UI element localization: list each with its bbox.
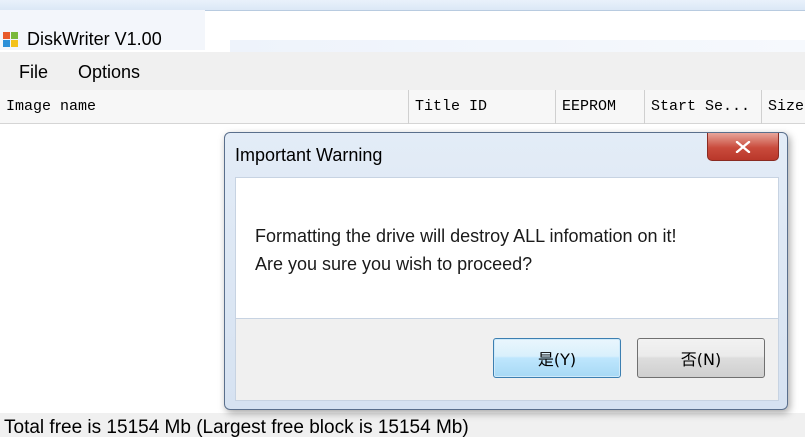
menu-file[interactable]: File — [19, 62, 48, 83]
statusbar: Total free is 15154 Mb (Largest free blo… — [0, 413, 805, 438]
column-title-id[interactable]: Title ID — [409, 90, 556, 124]
app-titlebar: DiskWriter V1.00 — [0, 10, 805, 52]
column-size[interactable]: Size — [762, 90, 805, 124]
column-image-name[interactable]: Image name — [0, 90, 409, 124]
menu-options[interactable]: Options — [78, 62, 140, 83]
dialog-title: Important Warning — [235, 145, 383, 165]
dialog-footer: 是(Y) 否(N) — [235, 319, 779, 401]
app-title: DiskWriter V1.00 — [27, 29, 162, 49]
column-start-sector[interactable]: Start Se... — [645, 90, 762, 124]
status-text: Total free is 15154 Mb (Largest free blo… — [4, 417, 469, 438]
no-button[interactable]: 否(N) — [637, 338, 765, 378]
app-icon — [3, 32, 18, 47]
dialog-content: Formatting the drive will destroy ALL in… — [235, 177, 779, 319]
close-icon — [735, 140, 751, 153]
list-header: Image name Title ID EEPROM Start Se... S… — [0, 90, 805, 124]
column-eeprom[interactable]: EEPROM — [556, 90, 645, 124]
dialog-message-line-2: Are you sure you wish to proceed? — [255, 254, 533, 274]
menubar: File Options — [0, 52, 805, 90]
close-button[interactable] — [707, 133, 779, 161]
dialog-message-line-1: Formatting the drive will destroy ALL in… — [255, 226, 677, 246]
warning-dialog: Important Warning Formatting the drive w… — [224, 132, 788, 410]
yes-button[interactable]: 是(Y) — [493, 338, 621, 378]
